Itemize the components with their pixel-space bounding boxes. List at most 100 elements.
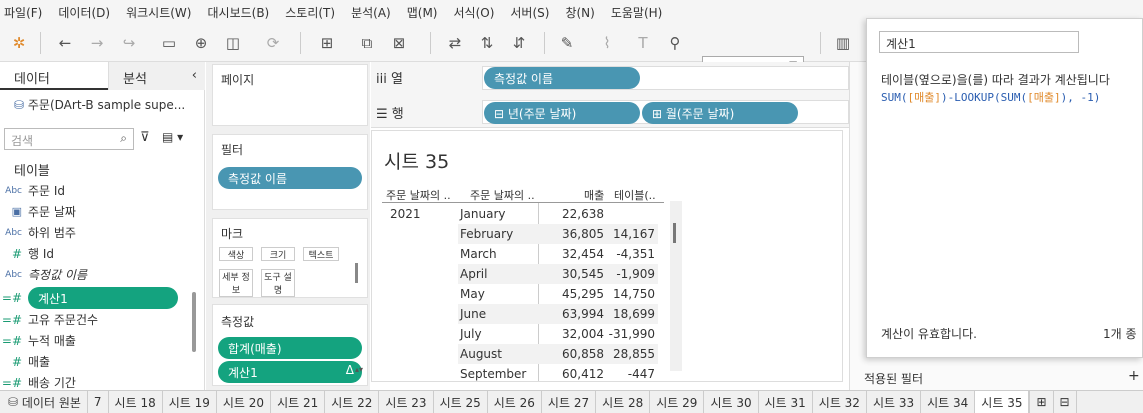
filters-shelf[interactable]: 필터 측정값 이름 xyxy=(212,134,368,210)
measure-pill-calc1[interactable]: 계산1 Δ xyxy=(218,361,362,383)
menu-file[interactable]: 파일(F) xyxy=(4,4,42,21)
sheet-tab[interactable]: 시트 25 xyxy=(434,391,488,413)
menu-server[interactable]: 서버(S) xyxy=(510,4,549,21)
scrollbar[interactable] xyxy=(192,292,196,352)
menu-data[interactable]: 데이터(D) xyxy=(58,4,110,21)
add-filter-icon[interactable]: + xyxy=(1128,368,1140,384)
header-month[interactable]: 주문 날짜의 .. xyxy=(470,187,535,203)
calc-cell[interactable]: 18,699 xyxy=(598,307,655,321)
sheet-tab[interactable]: 시트 35 xyxy=(975,391,1030,413)
menu-analysis[interactable]: 분석(A) xyxy=(351,4,391,21)
month-cell[interactable]: September xyxy=(460,367,526,381)
sales-cell[interactable]: 22,638 xyxy=(554,207,604,221)
calc-dependencies[interactable]: 1개 종 xyxy=(1103,325,1137,342)
sales-cell[interactable]: 32,454 xyxy=(554,247,604,261)
sheet-tab[interactable]: 시트 32 xyxy=(813,391,867,413)
calc-cell[interactable]: -1,909 xyxy=(598,267,655,281)
sheet-tab[interactable]: 시트 28 xyxy=(596,391,651,413)
measure-pill-sum-sales[interactable]: 합계(매출) xyxy=(218,337,362,359)
menu-dashboard[interactable]: 대시보드(B) xyxy=(207,4,269,21)
new-dashboard-tab-icon[interactable]: ⊟ xyxy=(1054,391,1077,413)
shelf-scroll-icon[interactable]: ▴▾ xyxy=(355,365,363,374)
menu-window[interactable]: 창(N) xyxy=(565,4,594,21)
label-icon[interactable]: T xyxy=(632,32,654,54)
calc-cell[interactable]: 14,750 xyxy=(598,287,655,301)
field-row-id[interactable]: # 행 Id xyxy=(0,243,190,264)
clear-sheet-icon[interactable]: ⊠ xyxy=(388,32,410,54)
marks-size-button[interactable]: 크기 xyxy=(261,247,295,261)
pin-icon[interactable]: ⚲ xyxy=(664,32,686,54)
field-calc1[interactable]: =# 계산1 xyxy=(0,286,190,309)
sheet-tab[interactable]: 시트 20 xyxy=(217,391,272,413)
field-unique-orders[interactable]: =# 고유 주문건수 xyxy=(0,309,190,330)
table-scrollbar[interactable] xyxy=(670,201,682,371)
new-datasource-icon[interactable]: ⊕ xyxy=(190,32,212,54)
sales-cell[interactable]: 63,994 xyxy=(554,307,604,321)
collapse-icon[interactable]: ‹ xyxy=(192,68,197,83)
sheet-tab[interactable]: 시트 29 xyxy=(650,391,705,413)
month-cell[interactable]: June xyxy=(460,307,486,321)
sheet-tab-partial[interactable]: 7 xyxy=(88,391,109,413)
header-year[interactable]: 주문 날짜의 .. xyxy=(386,187,451,203)
columns-pill-measure-names[interactable]: 측정값 이름 xyxy=(484,67,640,89)
header-sales[interactable]: 매출 xyxy=(584,187,604,203)
marks-scrollbar[interactable] xyxy=(355,263,358,283)
month-cell[interactable]: March xyxy=(460,247,497,261)
field-order-id[interactable]: Abc 주문 Id xyxy=(0,180,190,201)
save-icon[interactable]: ▭ xyxy=(158,32,180,54)
sheet-tab[interactable]: 시트 19 xyxy=(163,391,217,413)
calc-cell[interactable]: 14,167 xyxy=(598,227,655,241)
sheet-tab[interactable]: 시트 23 xyxy=(379,391,434,413)
sheet-tab[interactable]: 시트 30 xyxy=(704,391,759,413)
month-cell[interactable]: January xyxy=(460,207,506,221)
menu-worksheet[interactable]: 워크시트(W) xyxy=(126,4,191,21)
filter-pill-measure-names[interactable]: 측정값 이름 xyxy=(218,167,362,189)
tab-analysis[interactable]: 분석 ‹ xyxy=(108,62,205,90)
sheet-tab[interactable]: 시트 22 xyxy=(325,391,380,413)
month-cell[interactable]: July xyxy=(460,327,482,341)
marks-color-button[interactable]: 색상 xyxy=(219,247,253,261)
sheet-tab[interactable]: 시트 18 xyxy=(109,391,163,413)
marks-detail-button[interactable]: 세부 정보 xyxy=(219,269,253,297)
measure-values-shelf[interactable]: 측정값 합계(매출) 계산1 Δ ▴▾ xyxy=(212,304,368,386)
month-cell[interactable]: August xyxy=(460,347,502,361)
sales-cell[interactable]: 60,858 xyxy=(554,347,604,361)
tab-data[interactable]: 데이터 xyxy=(0,62,108,90)
search-input[interactable]: 검색 ⌕ xyxy=(4,128,134,150)
refresh-icon[interactable]: ⟳ xyxy=(262,32,284,54)
sheet-tab[interactable]: 시트 34 xyxy=(921,391,976,413)
sales-cell[interactable]: 45,295 xyxy=(554,287,604,301)
sales-cell[interactable]: 60,412 xyxy=(554,367,604,381)
year-cell[interactable]: 2021 xyxy=(390,207,421,221)
header-calc[interactable]: 테이블(.. xyxy=(614,187,656,203)
calc-cell[interactable]: -447 xyxy=(598,367,655,381)
highlight-icon[interactable]: ✎ xyxy=(556,32,578,54)
sort-ascending-icon[interactable]: ⇅ xyxy=(476,32,498,54)
show-me-icon[interactable]: ▥ xyxy=(832,32,854,54)
calc-name-input[interactable]: 계산1 xyxy=(879,31,1079,53)
sheet-tab[interactable]: 시트 26 xyxy=(488,391,542,413)
sales-cell[interactable]: 36,805 xyxy=(554,227,604,241)
undo-icon[interactable]: ← xyxy=(54,32,76,54)
calc-formula[interactable]: SUM([매출])-LOOKUP(SUM([매출]), -1) xyxy=(881,89,1100,105)
sales-cell[interactable]: 30,545 xyxy=(554,267,604,281)
duplicate-sheet-icon[interactable]: ⧉ xyxy=(356,32,378,54)
month-cell[interactable]: May xyxy=(460,287,485,301)
filter-icon[interactable]: ⊽ xyxy=(140,130,150,145)
tableau-logo-icon[interactable]: ✲ xyxy=(8,32,30,54)
datasource-item[interactable]: ⛁ 주문(DArt-B sample supe... xyxy=(14,96,185,113)
calc-cell[interactable]: 28,855 xyxy=(598,347,655,361)
field-sales[interactable]: # 매출 xyxy=(0,351,190,372)
calc-cell[interactable]: -31,990 xyxy=(598,327,655,341)
rows-pill-year[interactable]: ⊟ 년(주문 날짜) xyxy=(484,102,640,124)
new-worksheet-icon[interactable]: ⊞ xyxy=(316,32,338,54)
rows-pill-month[interactable]: ⊞ 월(주문 날짜) xyxy=(642,102,798,124)
replay-icon[interactable]: ↪ xyxy=(118,32,140,54)
redo-icon[interactable]: → xyxy=(86,32,108,54)
field-cumulative-sales[interactable]: =# 누적 매출 xyxy=(0,330,190,351)
month-cell[interactable]: April xyxy=(460,267,487,281)
sheet-tab[interactable]: 시트 21 xyxy=(271,391,326,413)
sheet-tab[interactable]: 시트 31 xyxy=(759,391,813,413)
sheet-tab[interactable]: 시트 27 xyxy=(542,391,597,413)
pages-shelf[interactable]: 페이지 xyxy=(212,64,368,126)
